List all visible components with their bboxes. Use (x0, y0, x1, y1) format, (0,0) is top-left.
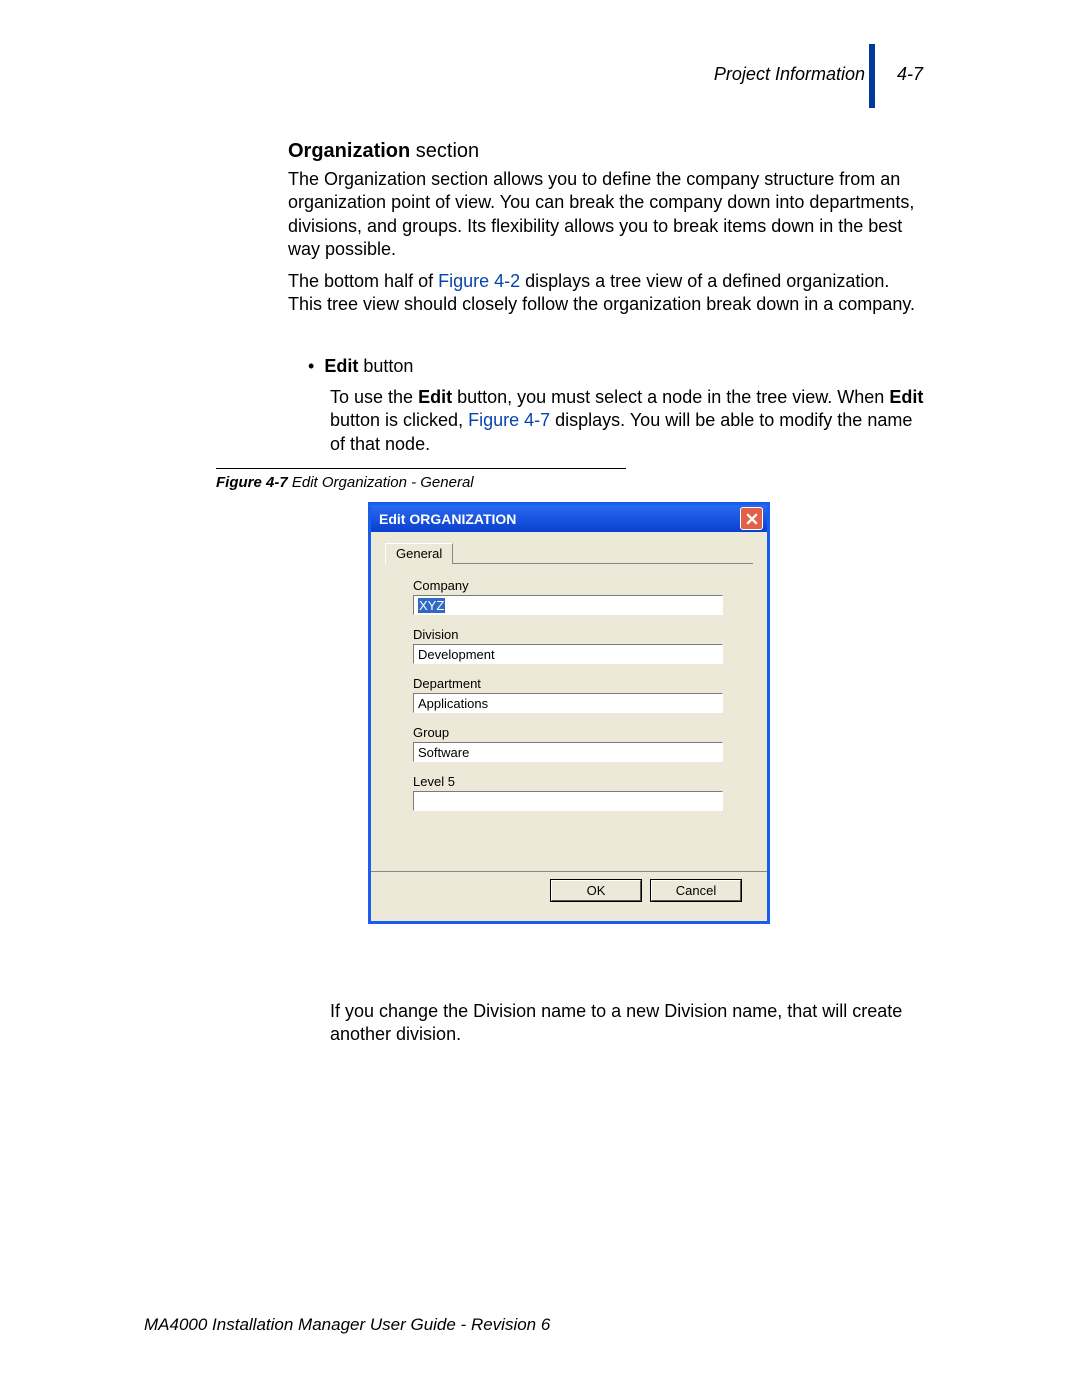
dialog-button-row: OK Cancel (385, 872, 753, 911)
close-icon (746, 513, 758, 525)
p3-e: button is clicked, (330, 410, 468, 430)
figure-link-4-7[interactable]: Figure 4-7 (468, 410, 550, 430)
header-accent-bar (869, 44, 875, 108)
section-heading: Organization section (288, 140, 479, 163)
input-group[interactable]: Software (413, 742, 723, 762)
paragraph-1: The Organization section allows you to d… (288, 168, 928, 262)
footer-text: MA4000 Installation Manager User Guide -… (144, 1315, 550, 1335)
ok-button[interactable]: OK (551, 880, 641, 901)
edit-organization-dialog: Edit ORGANIZATION General Company XYZ Di… (368, 502, 770, 924)
input-group-value: Software (418, 745, 469, 760)
p3-edit-2: Edit (889, 387, 923, 407)
field-group: Group Software (413, 725, 753, 762)
label-department: Department (413, 676, 753, 691)
input-company-value: XYZ (418, 598, 445, 613)
dialog-body: General Company XYZ Division Development… (371, 532, 767, 921)
p3-c: button, you must select a node in the tr… (452, 387, 889, 407)
cancel-button[interactable]: Cancel (651, 880, 741, 901)
paragraph-2: The bottom half of Figure 4-2 displays a… (288, 270, 928, 317)
input-division-value: Development (418, 647, 495, 662)
figure-link-4-2[interactable]: Figure 4-2 (438, 271, 520, 291)
dialog-titlebar: Edit ORGANIZATION (371, 505, 767, 532)
dialog-title: Edit ORGANIZATION (379, 511, 516, 527)
label-company: Company (413, 578, 753, 593)
bullet-edit: • Edit button (308, 356, 413, 377)
label-level5: Level 5 (413, 774, 753, 789)
label-group: Group (413, 725, 753, 740)
label-division: Division (413, 627, 753, 642)
paragraph-2-pre: The bottom half of (288, 271, 438, 291)
paragraph-3: To use the Edit button, you must select … (330, 386, 930, 456)
figure-caption-bold: Figure 4-7 (216, 474, 288, 491)
document-page: Project Information 4-7 Organization sec… (0, 0, 1080, 1397)
header-section-name: Project Information (650, 64, 865, 85)
paragraph-4: If you change the Division name to a new… (330, 1000, 930, 1047)
field-company: Company XYZ (413, 578, 753, 615)
close-button[interactable] (740, 507, 763, 530)
bullet-edit-rest: button (358, 356, 413, 376)
field-level5: Level 5 (413, 774, 753, 811)
figure-rule (216, 468, 626, 469)
figure-caption: Figure 4-7 Edit Organization - General (216, 474, 474, 491)
input-department[interactable]: Applications (413, 693, 723, 713)
field-department: Department Applications (413, 676, 753, 713)
input-department-value: Applications (418, 696, 488, 711)
p3-edit-1: Edit (418, 387, 452, 407)
tab-general[interactable]: General (385, 543, 453, 564)
bullet-edit-bold: Edit (324, 356, 358, 376)
section-heading-rest: section (410, 140, 479, 162)
figure-caption-rest: Edit Organization - General (288, 474, 474, 491)
input-division[interactable]: Development (413, 644, 723, 664)
input-company[interactable]: XYZ (413, 595, 723, 615)
input-level5[interactable] (413, 791, 723, 811)
p3-a: To use the (330, 387, 418, 407)
section-heading-bold: Organization (288, 140, 410, 162)
header-page-number: 4-7 (897, 64, 923, 85)
field-division: Division Development (413, 627, 753, 664)
